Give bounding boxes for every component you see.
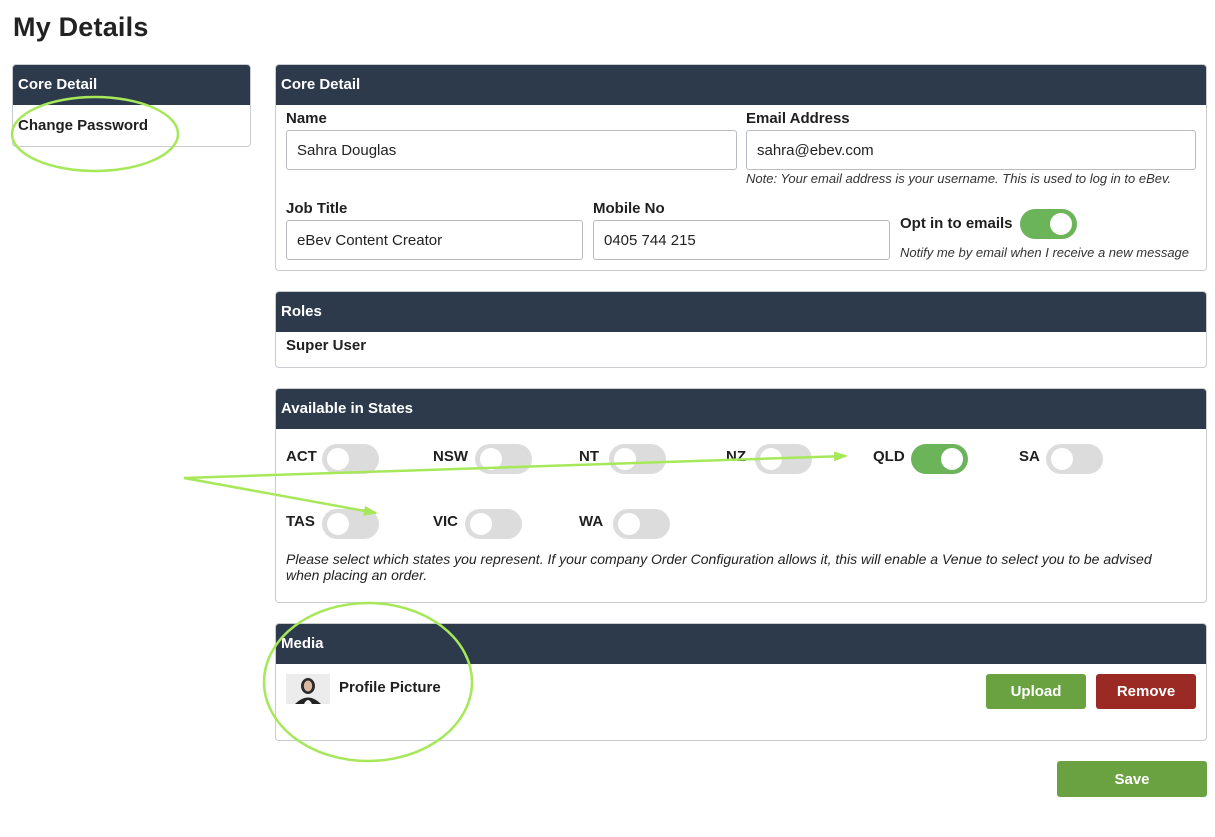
state-toggle-qld[interactable]: [911, 444, 968, 474]
state-label-qld: QLD: [873, 448, 905, 465]
state-label-act: ACT: [286, 448, 317, 465]
state-toggle-tas[interactable]: [322, 509, 379, 539]
profile-avatar: [286, 674, 330, 704]
states-note: Please select which states you represent…: [286, 551, 1152, 583]
opt-in-note: Notify me by email when I receive a new …: [900, 245, 1190, 260]
roles-header: Roles: [276, 292, 1206, 332]
job-title-input[interactable]: [286, 220, 583, 260]
email-input[interactable]: [746, 130, 1196, 170]
core-detail-panel: Core Detail Name Email Address Note: You…: [275, 64, 1207, 271]
profile-picture-label: Profile Picture: [339, 679, 441, 696]
state-toggle-sa[interactable]: [1046, 444, 1103, 474]
states-panel: Available in States ACT NSW NT NZ QLD SA…: [275, 388, 1207, 603]
core-detail-header: Core Detail: [276, 65, 1206, 105]
state-toggle-vic[interactable]: [465, 509, 522, 539]
name-label: Name: [286, 110, 327, 127]
media-panel: Media Profile Picture Upload Remove: [275, 623, 1207, 741]
toggle-knob: [618, 513, 640, 535]
opt-in-label: Opt in to emails: [900, 215, 1013, 232]
toggle-knob: [470, 513, 492, 535]
change-password-link[interactable]: Change Password: [13, 105, 250, 134]
state-label-nz: NZ: [726, 448, 746, 465]
opt-in-toggle[interactable]: [1020, 209, 1077, 239]
side-nav: Core Detail Change Password: [12, 64, 251, 147]
toggle-knob: [614, 448, 636, 470]
email-label: Email Address: [746, 110, 850, 127]
role-value: Super User: [286, 337, 367, 354]
toggle-knob: [1051, 448, 1073, 470]
state-label-sa: SA: [1019, 448, 1040, 465]
job-title-label: Job Title: [286, 200, 348, 217]
state-toggle-nt[interactable]: [609, 444, 666, 474]
side-nav-header: Core Detail: [13, 65, 250, 105]
media-header: Media: [276, 624, 1206, 664]
roles-panel: Roles Super User: [275, 291, 1207, 368]
mobile-input[interactable]: [593, 220, 890, 260]
save-button[interactable]: Save: [1057, 761, 1207, 797]
state-toggle-wa[interactable]: [613, 509, 670, 539]
toggle-knob: [941, 448, 963, 470]
states-header: Available in States: [276, 389, 1206, 429]
state-label-wa: WA: [579, 513, 604, 530]
toggle-knob: [1050, 213, 1072, 235]
remove-button[interactable]: Remove: [1096, 674, 1196, 709]
page-title: My Details: [13, 12, 149, 42]
name-input[interactable]: [286, 130, 737, 170]
toggle-knob: [327, 513, 349, 535]
state-label-nsw: NSW: [433, 448, 468, 465]
state-label-vic: VIC: [433, 513, 459, 530]
state-toggle-act[interactable]: [322, 444, 379, 474]
mobile-label: Mobile No: [593, 200, 665, 217]
state-toggle-nsw[interactable]: [475, 444, 532, 474]
state-toggle-nz[interactable]: [755, 444, 812, 474]
upload-button[interactable]: Upload: [986, 674, 1086, 709]
toggle-knob: [760, 448, 782, 470]
profile-photo-icon: [286, 674, 330, 704]
state-label-nt: NT: [579, 448, 599, 465]
email-note: Note: Your email address is your usernam…: [746, 171, 1172, 186]
state-label-tas: TAS: [286, 513, 315, 530]
toggle-knob: [480, 448, 502, 470]
toggle-knob: [327, 448, 349, 470]
